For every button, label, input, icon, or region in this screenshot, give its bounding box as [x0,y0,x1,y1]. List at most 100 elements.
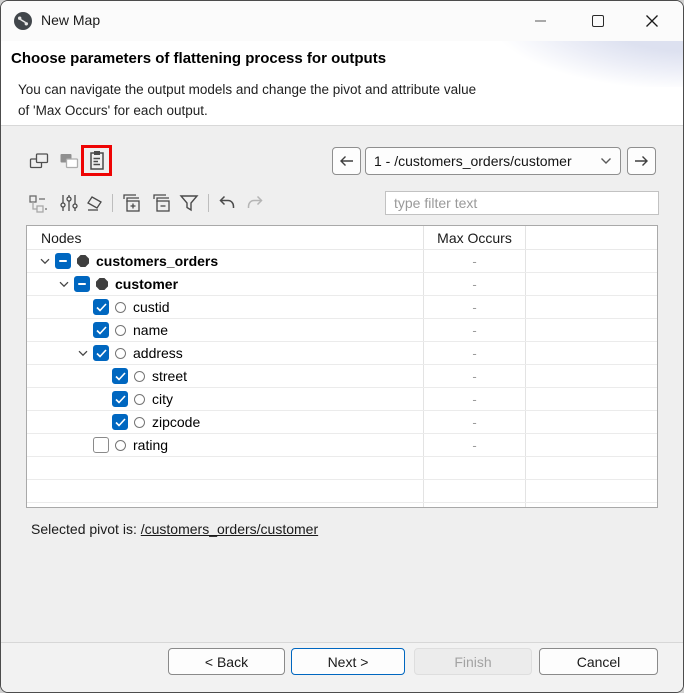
indeterminate-minus-icon [59,260,67,262]
tree-row[interactable]: address- [27,342,657,365]
nodes-tree-table[interactable]: Nodes Max Occurs customers_orders-custom… [26,225,658,508]
tree-row[interactable]: customer- [27,273,657,296]
tree-row[interactable]: rating- [27,434,657,457]
row-checkbox[interactable] [93,345,109,361]
expand-all-icon[interactable] [119,191,143,215]
cancel-button[interactable]: Cancel [539,648,658,675]
max-occurs-cell [424,503,526,508]
output-selector-dropdown[interactable]: 1 - /customers_orders/customer [365,147,621,175]
checkmark-icon [115,418,126,427]
extra-cell [526,250,657,272]
minimize-button[interactable] [517,1,563,41]
row-checkbox[interactable] [93,437,109,453]
tree-expander-empty [92,366,112,386]
max-occurs-value[interactable]: - [424,250,526,272]
eraser-icon[interactable] [83,191,107,215]
nodes-cell[interactable]: street [27,365,424,387]
page-description-line1: You can navigate the output models and c… [18,79,476,100]
tree-row[interactable]: customers_orders- [27,250,657,273]
tree-expander-empty [73,320,93,340]
collapse-all-icon[interactable] [149,191,173,215]
empty-tree-row [27,503,657,508]
row-checkbox[interactable] [55,253,71,269]
max-occurs-value[interactable]: - [424,411,526,433]
column-header-max-occurs[interactable]: Max Occurs [424,226,526,249]
nodes-cell[interactable]: zipcode [27,411,424,433]
filter-text-input[interactable] [385,191,659,215]
tree-expander[interactable] [73,343,93,363]
max-occurs-value[interactable]: - [424,296,526,318]
overlap-squares-icon[interactable] [27,149,51,173]
finish-button[interactable]: Finish [414,648,532,675]
nodes-cell[interactable]: address [27,342,424,364]
column-header-extra [526,226,657,249]
element-filled-icon [96,278,108,290]
titlebar[interactable]: New Map [1,1,683,41]
redo-icon[interactable] [243,191,267,215]
row-checkbox[interactable] [93,322,109,338]
max-occurs-value[interactable]: - [424,434,526,456]
wizard-banner: Choose parameters of flattening process … [1,41,683,126]
extra-cell [526,434,657,456]
sliders-icon[interactable] [57,191,81,215]
indeterminate-minus-icon [78,283,86,285]
tree-row[interactable]: custid- [27,296,657,319]
max-occurs-value[interactable]: - [424,388,526,410]
prev-output-button[interactable] [332,147,361,175]
tree-row[interactable]: street- [27,365,657,388]
nodes-cell[interactable]: customer [27,273,424,295]
maximize-button[interactable] [575,1,621,41]
row-checkbox[interactable] [112,368,128,384]
close-button[interactable] [629,1,675,41]
toolbar-separator [208,194,209,212]
element-outline-icon [115,348,126,359]
collapse-tree-icon[interactable] [27,191,51,215]
tree-row[interactable]: name- [27,319,657,342]
node-label: city [152,391,173,407]
table-header-row: Nodes Max Occurs [27,226,657,250]
tree-expander[interactable] [54,274,74,294]
nodes-cell[interactable]: rating [27,434,424,456]
checkmark-icon [96,349,107,358]
tree-expander[interactable] [35,251,55,271]
extra-cell [526,342,657,364]
max-occurs-value[interactable]: - [424,273,526,295]
nodes-cell[interactable]: custid [27,296,424,318]
row-checkbox[interactable] [112,414,128,430]
row-checkbox[interactable] [93,299,109,315]
undo-icon[interactable] [215,191,239,215]
filter-funnel-icon[interactable] [177,191,201,215]
max-occurs-value[interactable]: - [424,319,526,341]
highlight-red-box [81,145,112,176]
nodes-cell[interactable]: customers_orders [27,250,424,272]
max-occurs-value[interactable]: - [424,342,526,364]
max-occurs-value[interactable]: - [424,365,526,387]
arrow-left-icon [338,154,355,168]
row-checkbox[interactable] [74,276,90,292]
tree-expander-empty [92,412,112,432]
checkmark-icon [96,326,107,335]
nodes-cell[interactable]: name [27,319,424,341]
overlap-squares-filled-icon[interactable] [57,149,81,173]
tree-row[interactable]: zipcode - [27,411,657,434]
max-occurs-cell [424,457,526,479]
next-button[interactable]: Next > [291,648,405,675]
row-checkbox[interactable] [112,391,128,407]
nodes-cell[interactable]: city [27,388,424,410]
back-button[interactable]: < Back [168,648,285,675]
extra-cell [526,457,657,479]
node-label: zipcode [152,414,200,430]
output-selector-value: 1 - /customers_orders/customer [374,153,600,169]
tree-row[interactable]: city - [27,388,657,411]
selected-pivot-status: Selected pivot is: /customers_orders/cus… [31,521,318,537]
selected-pivot-link[interactable]: /customers_orders/customer [141,521,318,537]
column-header-nodes[interactable]: Nodes [27,226,424,249]
next-output-button[interactable] [627,147,656,175]
checkmark-icon [96,303,107,312]
element-filled-icon [77,255,89,267]
page-title: Choose parameters of flattening process … [11,50,386,67]
element-outline-icon [115,302,126,313]
element-outline-icon [134,417,145,428]
button-bar: < Back Next > Finish Cancel [1,642,683,693]
element-outline-icon [115,440,126,451]
